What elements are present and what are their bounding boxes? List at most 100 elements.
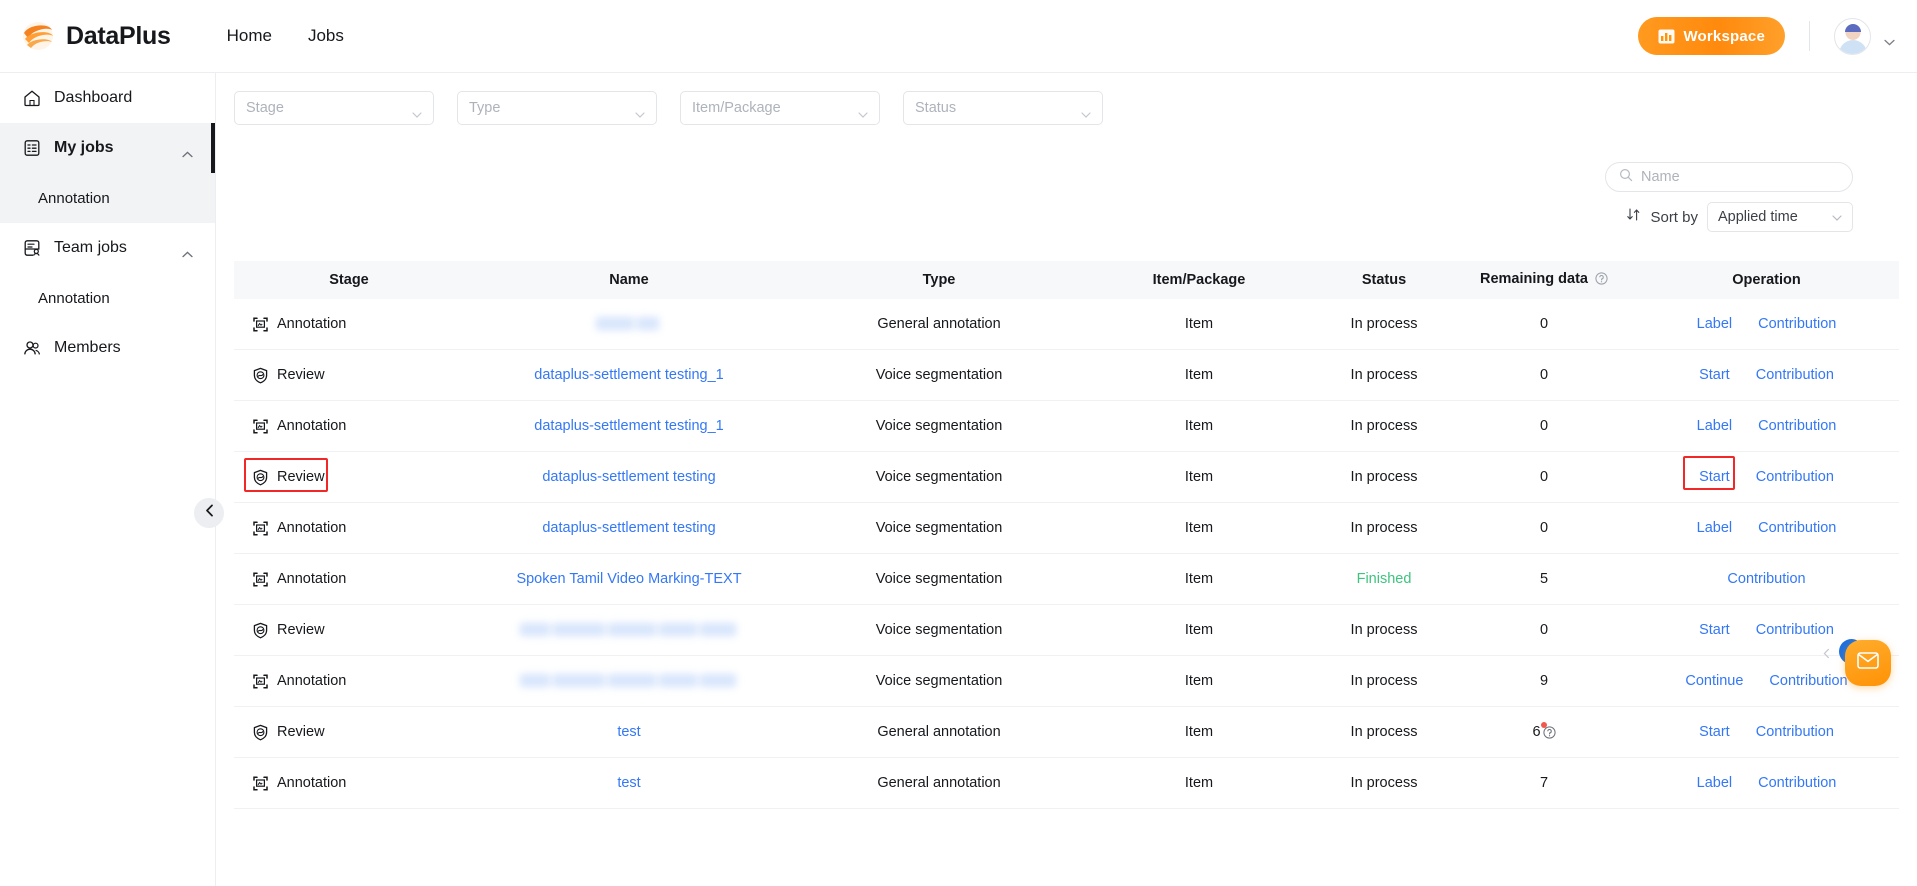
- sidebar-item-dashboard[interactable]: Dashboard: [0, 73, 215, 123]
- operation-start-link[interactable]: Start: [1699, 469, 1730, 485]
- remaining-data-value: 6: [1532, 724, 1541, 740]
- filter-type[interactable]: Type: [457, 91, 657, 125]
- cell-remaining-data: 9: [1454, 672, 1634, 690]
- job-name-link[interactable]: dataplus-settlement testing: [542, 520, 715, 536]
- operation-label-link[interactable]: Label: [1697, 775, 1732, 791]
- status-badge: In process: [1350, 469, 1418, 485]
- table-row: Review dataplus-settlement testing Voice s…: [234, 452, 1899, 503]
- operation-continue-link[interactable]: Continue: [1685, 673, 1743, 689]
- cell-status: In process: [1314, 468, 1454, 486]
- cell-item-package: Item: [1184, 520, 1214, 536]
- sidebar-item-my-jobs[interactable]: My jobs: [0, 123, 215, 173]
- cell-status: In process: [1314, 366, 1454, 384]
- filter-stage[interactable]: Stage: [234, 91, 434, 125]
- operation-label-link[interactable]: Label: [1697, 520, 1732, 536]
- sidebar-item-label: Members: [54, 339, 121, 356]
- sidebar: Dashboard My jobs Annotation Team jobs A…: [0, 73, 216, 886]
- sidebar-item-label: My jobs: [54, 139, 114, 156]
- operation-contribution-link[interactable]: Contribution: [1758, 520, 1836, 536]
- filter-status[interactable]: Status: [903, 91, 1103, 125]
- job-name-link[interactable]: dataplus-settlement testing_1: [534, 418, 723, 434]
- chevron-down-icon[interactable]: [1884, 33, 1895, 45]
- operation-start-link[interactable]: Start: [1699, 367, 1730, 383]
- brand[interactable]: DataPlus: [19, 20, 171, 52]
- cell-operation: Start Contribution: [1634, 621, 1899, 639]
- nav-item-jobs[interactable]: Jobs: [308, 26, 344, 46]
- redacted-name: [596, 315, 662, 333]
- chevron-up-icon[interactable]: [182, 145, 193, 157]
- cell-stage: Annotation: [234, 418, 464, 435]
- stage-label: Annotation: [277, 571, 347, 587]
- operation-contribution-link[interactable]: Contribution: [1756, 622, 1834, 638]
- job-name-link[interactable]: dataplus-settlement testing: [542, 469, 715, 485]
- job-name-link[interactable]: test: [617, 724, 640, 740]
- header-right: Workspace: [1638, 17, 1895, 55]
- active-indicator: [211, 123, 215, 173]
- sidebar-item-members[interactable]: Members: [0, 323, 215, 373]
- stage-label: Annotation: [277, 775, 347, 791]
- operation-label-link[interactable]: Label: [1697, 316, 1732, 332]
- envelope-icon: [1857, 652, 1879, 674]
- message-fab-button[interactable]: [1845, 640, 1891, 686]
- remaining-data-value: 5: [1539, 571, 1549, 587]
- filter-status-label: Status: [915, 100, 957, 116]
- cell-type: Voice segmentation: [875, 520, 1003, 536]
- review-icon: [252, 367, 269, 384]
- help-icon[interactable]: [1595, 272, 1608, 289]
- operation-contribution-link[interactable]: Contribution: [1756, 469, 1834, 485]
- operation-contribution-link[interactable]: Contribution: [1769, 673, 1847, 689]
- pagination-prev-icon[interactable]: [1822, 646, 1831, 659]
- table-row: Annotation Voice segmentation Item In proce…: [234, 656, 1899, 707]
- operation-contribution-link[interactable]: Contribution: [1756, 367, 1834, 383]
- job-name-link[interactable]: test: [617, 775, 640, 791]
- status-badge: In process: [1350, 622, 1418, 638]
- column-header-name: Name: [609, 272, 649, 288]
- cell-type: Voice segmentation: [875, 622, 1003, 638]
- search-input[interactable]: [1641, 169, 1839, 185]
- sidebar-collapse-button[interactable]: [194, 498, 224, 528]
- cell-stage: Annotation: [234, 316, 464, 333]
- cell-type: Voice segmentation: [875, 418, 1003, 434]
- sidebar-item-label: Dashboard: [54, 89, 133, 106]
- redacted-name: [519, 621, 739, 639]
- column-header-remaining-data-label: Remaining data: [1480, 271, 1588, 287]
- nav-item-home[interactable]: Home: [227, 26, 272, 46]
- sort-select[interactable]: Applied time: [1707, 202, 1853, 232]
- filter-item-package[interactable]: Item/Package: [680, 91, 880, 125]
- cell-name: Spoken Tamil Video Marking-TEXT: [464, 570, 794, 588]
- job-name-link[interactable]: dataplus-settlement testing_1: [534, 367, 723, 383]
- chevron-left-icon: [205, 504, 214, 522]
- operation-contribution-link[interactable]: Contribution: [1758, 316, 1836, 332]
- operation-contribution-link[interactable]: Contribution: [1727, 571, 1805, 587]
- operation-contribution-link[interactable]: Contribution: [1756, 724, 1834, 740]
- column-header-remaining-data: Remaining data: [1454, 271, 1634, 289]
- annotation-icon: [252, 673, 269, 690]
- avatar[interactable]: [1834, 17, 1871, 55]
- cell-type: General annotation: [877, 316, 1001, 332]
- chevron-down-icon: [1081, 105, 1091, 118]
- cell-item-package: Item: [1184, 622, 1214, 638]
- operation-start-link[interactable]: Start: [1699, 724, 1730, 740]
- operation-start-link[interactable]: Start: [1699, 622, 1730, 638]
- clipboard-person-icon: [22, 238, 42, 258]
- stage-label: Annotation: [277, 520, 347, 536]
- workspace-button[interactable]: Workspace: [1638, 17, 1785, 55]
- remaining-data-value: 0: [1539, 520, 1549, 536]
- chevron-up-icon[interactable]: [182, 245, 193, 257]
- operation-label-link[interactable]: Label: [1697, 418, 1732, 434]
- sidebar-item-team-jobs-annotation[interactable]: Annotation: [0, 273, 215, 323]
- cell-type: Voice segmentation: [875, 673, 1003, 689]
- sidebar-subitem-label: Annotation: [38, 189, 110, 207]
- sidebar-item-my-jobs-annotation[interactable]: Annotation: [0, 173, 215, 223]
- header-divider: [1809, 21, 1810, 51]
- cell-remaining-data: 0: [1454, 315, 1634, 333]
- remaining-data-value: 7: [1539, 775, 1549, 791]
- operation-contribution-link[interactable]: Contribution: [1758, 418, 1836, 434]
- home-icon: [22, 88, 42, 108]
- search-box[interactable]: [1605, 162, 1853, 192]
- job-name-link[interactable]: Spoken Tamil Video Marking-TEXT: [516, 571, 741, 587]
- sidebar-item-team-jobs[interactable]: Team jobs: [0, 223, 215, 273]
- operation-contribution-link[interactable]: Contribution: [1758, 775, 1836, 791]
- cell-item-package: Item: [1184, 418, 1214, 434]
- review-icon: [252, 622, 269, 639]
